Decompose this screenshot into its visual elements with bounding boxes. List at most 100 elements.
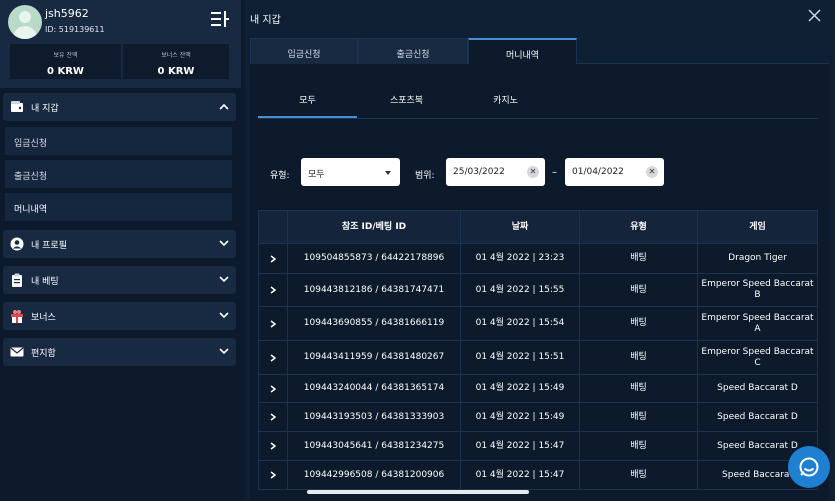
header-type: 유형: [579, 211, 697, 243]
divider: [258, 118, 818, 119]
clear-icon[interactable]: ✕: [527, 166, 539, 178]
history-panel: 모두 스포츠북 카지노 유형: 모두 범위: 25/03/2022 ✕ – 01…: [250, 64, 829, 501]
cell-type: 배팅: [579, 244, 697, 273]
cell-game: Dragon Tiger: [697, 244, 818, 273]
scroll-indicator[interactable]: [307, 490, 529, 494]
chat-button[interactable]: [788, 446, 830, 488]
tab-withdraw[interactable]: 출금신청: [358, 38, 468, 64]
expand-row-button[interactable]: [258, 307, 287, 340]
expand-row-button[interactable]: [258, 375, 287, 402]
caret-down-icon: [385, 171, 391, 175]
subtab-casino[interactable]: 카지노: [456, 90, 555, 118]
user-id: ID: 519139611: [45, 25, 105, 34]
sidebar-item-deposit[interactable]: 입금신청: [5, 127, 232, 155]
chevron-down-icon: [219, 276, 229, 283]
cell-game: Speed Baccarat D: [697, 375, 818, 402]
table-row[interactable]: 109443045641 / 64381234275 01 4월 2022 | 1…: [258, 432, 818, 461]
cell-type: 배팅: [579, 274, 697, 306]
cell-date: 01 4월 2022 | 23:23: [460, 244, 579, 273]
cell-date: 01 4월 2022 | 15:47: [460, 461, 579, 489]
tab-bar: 입금신청 출금신청 머니내역: [250, 38, 829, 64]
cell-ref: 109443411959 / 64381480267: [287, 341, 460, 374]
header-expand: [258, 211, 287, 243]
clipboard-icon: [12, 273, 22, 287]
date-to-field[interactable]: 01/04/2022 ✕: [565, 158, 664, 186]
chat-icon: [799, 457, 819, 477]
table-row[interactable]: 109443411959 / 64381480267 01 4월 2022 | 1…: [258, 341, 818, 375]
chevron-right-icon: [270, 471, 276, 479]
nav-wallet[interactable]: 내 지갑: [3, 93, 236, 121]
menu-icon[interactable]: [211, 11, 229, 27]
expand-row-button[interactable]: [258, 432, 287, 460]
cell-date: 01 4월 2022 | 15:51: [460, 341, 579, 374]
cell-ref: 109443193503 / 64381333903: [287, 403, 460, 431]
cell-date: 01 4월 2022 | 15:49: [460, 375, 579, 402]
sidebar-item-money-history[interactable]: 머니내역: [5, 193, 232, 221]
cell-game: Speed Baccarat D: [697, 403, 818, 431]
sidebar-item-label: 머니내역: [14, 205, 48, 215]
tab-money-history[interactable]: 머니내역: [468, 38, 577, 64]
expand-row-button[interactable]: [258, 244, 287, 273]
date-from-value: 25/03/2022: [453, 167, 505, 177]
chevron-right-icon: [270, 413, 276, 421]
table-header: 참조 ID/베팅 ID 날짜 유형 게임: [258, 210, 818, 244]
gift-icon: [11, 310, 23, 323]
type-label: 유형:: [270, 171, 290, 181]
expand-row-button[interactable]: [258, 403, 287, 431]
chevron-down-icon: [219, 240, 229, 247]
nav-bonus[interactable]: 보너스: [3, 302, 236, 330]
table-row[interactable]: 109443193503 / 64381333903 01 4월 2022 | 1…: [258, 403, 818, 432]
balance-held-label: 보유 잔액: [53, 52, 78, 59]
clear-icon[interactable]: ✕: [646, 166, 658, 178]
cell-date: 01 4월 2022 | 15:47: [460, 432, 579, 460]
header-game: 게임: [697, 211, 818, 243]
chevron-right-icon: [270, 353, 276, 362]
chevron-up-icon: [219, 103, 229, 110]
table-row[interactable]: 109443690855 / 64381666119 01 4월 2022 | 1…: [258, 307, 818, 341]
cell-game: Emperor Speed Baccarat A: [697, 307, 818, 340]
cell-type: 배팅: [579, 307, 697, 340]
tab-deposit[interactable]: 입금신청: [250, 38, 358, 64]
cell-date: 01 4월 2022 | 15:49: [460, 403, 579, 431]
nav-wallet-label: 내 지갑: [31, 104, 59, 114]
nav-profile[interactable]: 내 프로필: [3, 230, 236, 258]
nav-betting-label: 내 베팅: [31, 277, 59, 287]
expand-row-button[interactable]: [258, 461, 287, 489]
cell-ref: 109443045641 / 64381234275: [287, 432, 460, 460]
range-label: 범위:: [415, 171, 435, 181]
nav-profile-label: 내 프로필: [31, 241, 67, 251]
user-circle-icon: [10, 237, 24, 251]
table-row[interactable]: 109443240044 / 64381365174 01 4월 2022 | 1…: [258, 375, 818, 403]
range-separator: –: [552, 167, 557, 178]
date-from-field[interactable]: 25/03/2022 ✕: [446, 158, 545, 186]
user-card: jsh5962 ID: 519139611 보유 잔액 0 KRW 보너스 잔액…: [0, 0, 241, 88]
balance-bonus-value: 0 KRW: [157, 66, 195, 77]
sidebar-item-withdraw[interactable]: 출금신청: [5, 160, 232, 188]
balance-bonus: 보너스 잔액 0 KRW: [123, 44, 229, 79]
nav-betting[interactable]: 내 베팅: [3, 266, 236, 294]
expand-row-button[interactable]: [258, 341, 287, 374]
type-select[interactable]: 모두: [301, 158, 400, 186]
wallet-icon: [11, 101, 23, 112]
envelope-icon: [10, 347, 24, 357]
expand-row-button[interactable]: [258, 274, 287, 306]
username: jsh5962: [45, 7, 89, 20]
close-icon[interactable]: [808, 9, 821, 22]
chevron-right-icon: [270, 286, 276, 294]
cell-ref: 109442996508 / 64381200906: [287, 461, 460, 489]
sidebar-item-label: 출금신청: [14, 172, 48, 182]
cell-type: 배팅: [579, 432, 697, 460]
avatar[interactable]: [8, 5, 42, 39]
subtab-sportsbook[interactable]: 스포츠북: [357, 90, 456, 118]
table-row[interactable]: 109443812186 / 64381747471 01 4월 2022 | 1…: [258, 274, 818, 307]
balance-held: 보유 잔액 0 KRW: [10, 44, 121, 79]
cell-ref: 109504855873 / 64422178896: [287, 244, 460, 273]
subtab-all[interactable]: 모두: [258, 90, 357, 118]
nav-bonus-label: 보너스: [31, 313, 56, 323]
nav-inbox[interactable]: 편지함: [3, 338, 236, 366]
table-row[interactable]: 109442996508 / 64381200906 01 4월 2022 | 1…: [258, 461, 818, 490]
cell-type: 배팅: [579, 341, 697, 374]
balance-bonus-label: 보너스 잔액: [161, 52, 191, 59]
table-row[interactable]: 109504855873 / 64422178896 01 4월 2022 | 2…: [258, 244, 818, 274]
cell-date: 01 4월 2022 | 15:55: [460, 274, 579, 306]
